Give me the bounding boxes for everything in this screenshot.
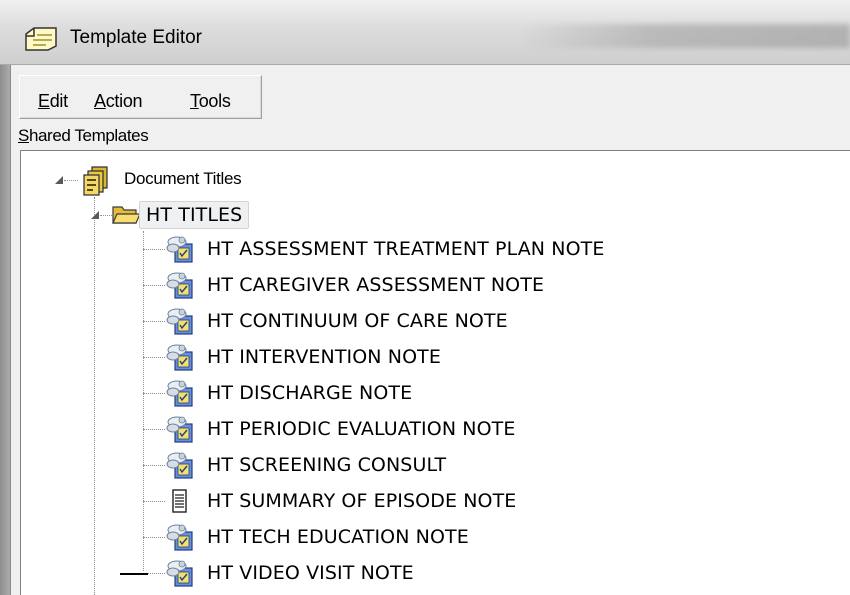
item-connector [143, 537, 165, 538]
tree-item[interactable]: HT CONTINUUM OF CARE NOTE [207, 309, 508, 333]
tree-item[interactable]: HT ASSESSMENT TREATMENT PLAN NOTE [207, 237, 604, 261]
root-connector [64, 180, 78, 181]
item-connector [143, 429, 165, 430]
window-title: Template Editor [70, 27, 203, 48]
shared-templates-label-rest: hared Templates [28, 126, 149, 145]
item-connector [143, 501, 165, 502]
tree-item[interactable]: HT SUMMARY OF EPISODE NOTE [207, 489, 516, 513]
template-editor-icon [25, 27, 57, 51]
tree-item[interactable]: HT SCREENING CONSULT [207, 453, 446, 477]
item-connector [143, 285, 165, 286]
document-titles-icon [83, 166, 108, 196]
item-connector [143, 357, 165, 358]
menu-action-label-rest: ction [105, 91, 143, 111]
menu-edit[interactable]: Edit [38, 90, 68, 112]
template-note-icon [164, 522, 194, 552]
tree-item[interactable]: HT VIDEO VISIT NOTE [207, 561, 414, 585]
document-page-icon [164, 486, 194, 516]
menu-bar: Edit Action Tools [19, 75, 262, 119]
template-note-icon [164, 234, 194, 264]
template-note-icon [164, 270, 194, 300]
template-note-icon [164, 450, 194, 480]
root-collapse-icon[interactable] [54, 175, 64, 185]
item-connector [143, 249, 165, 250]
folder-collapse-icon[interactable] [90, 210, 100, 220]
title-bar-obscured-area [520, 24, 850, 48]
template-tree[interactable]: Document Titles HT TITLES HT ASSESSMENT … [20, 150, 850, 595]
tree-item[interactable]: HT CAREGIVER ASSESSMENT NOTE [207, 273, 544, 297]
item-connector [143, 321, 165, 322]
shared-templates-accelerator: S [18, 126, 29, 145]
menu-tools[interactable]: Tools [190, 90, 231, 112]
menu-edit-label-rest: dit [49, 91, 68, 111]
template-note-icon [164, 306, 194, 336]
tree-item[interactable]: HT PERIODIC EVALUATION NOTE [207, 417, 515, 441]
menu-tools-label-rest: ools [198, 91, 231, 111]
root-children-guide [94, 197, 95, 595]
title-bar[interactable]: Template Editor [0, 0, 850, 65]
scroll-indicator [120, 573, 148, 575]
menu-edit-accelerator: E [38, 91, 50, 111]
template-note-icon [164, 558, 194, 588]
item-connector [143, 393, 165, 394]
tree-item[interactable]: HT DISCHARGE NOTE [207, 381, 412, 405]
template-note-icon [164, 342, 194, 372]
tree-node-ht-titles[interactable]: HT TITLES [139, 201, 250, 229]
folder-children-guide [143, 231, 144, 571]
tree-node-document-titles[interactable]: Document Titles [124, 167, 242, 191]
item-connector [143, 465, 165, 466]
tree-item[interactable]: HT INTERVENTION NOTE [207, 345, 441, 369]
menu-action[interactable]: Action [94, 90, 143, 112]
menu-action-accelerator: A [94, 91, 106, 111]
template-note-icon [164, 378, 194, 408]
shared-templates-label: Shared Templates [18, 125, 149, 147]
template-editor-window: Template Editor Edit Action Tools Shared… [0, 0, 850, 595]
menu-tools-accelerator: T [190, 91, 199, 111]
open-folder-icon [112, 206, 141, 224]
tree-item[interactable]: HT TECH EDUCATION NOTE [207, 525, 469, 549]
template-note-icon [164, 414, 194, 444]
